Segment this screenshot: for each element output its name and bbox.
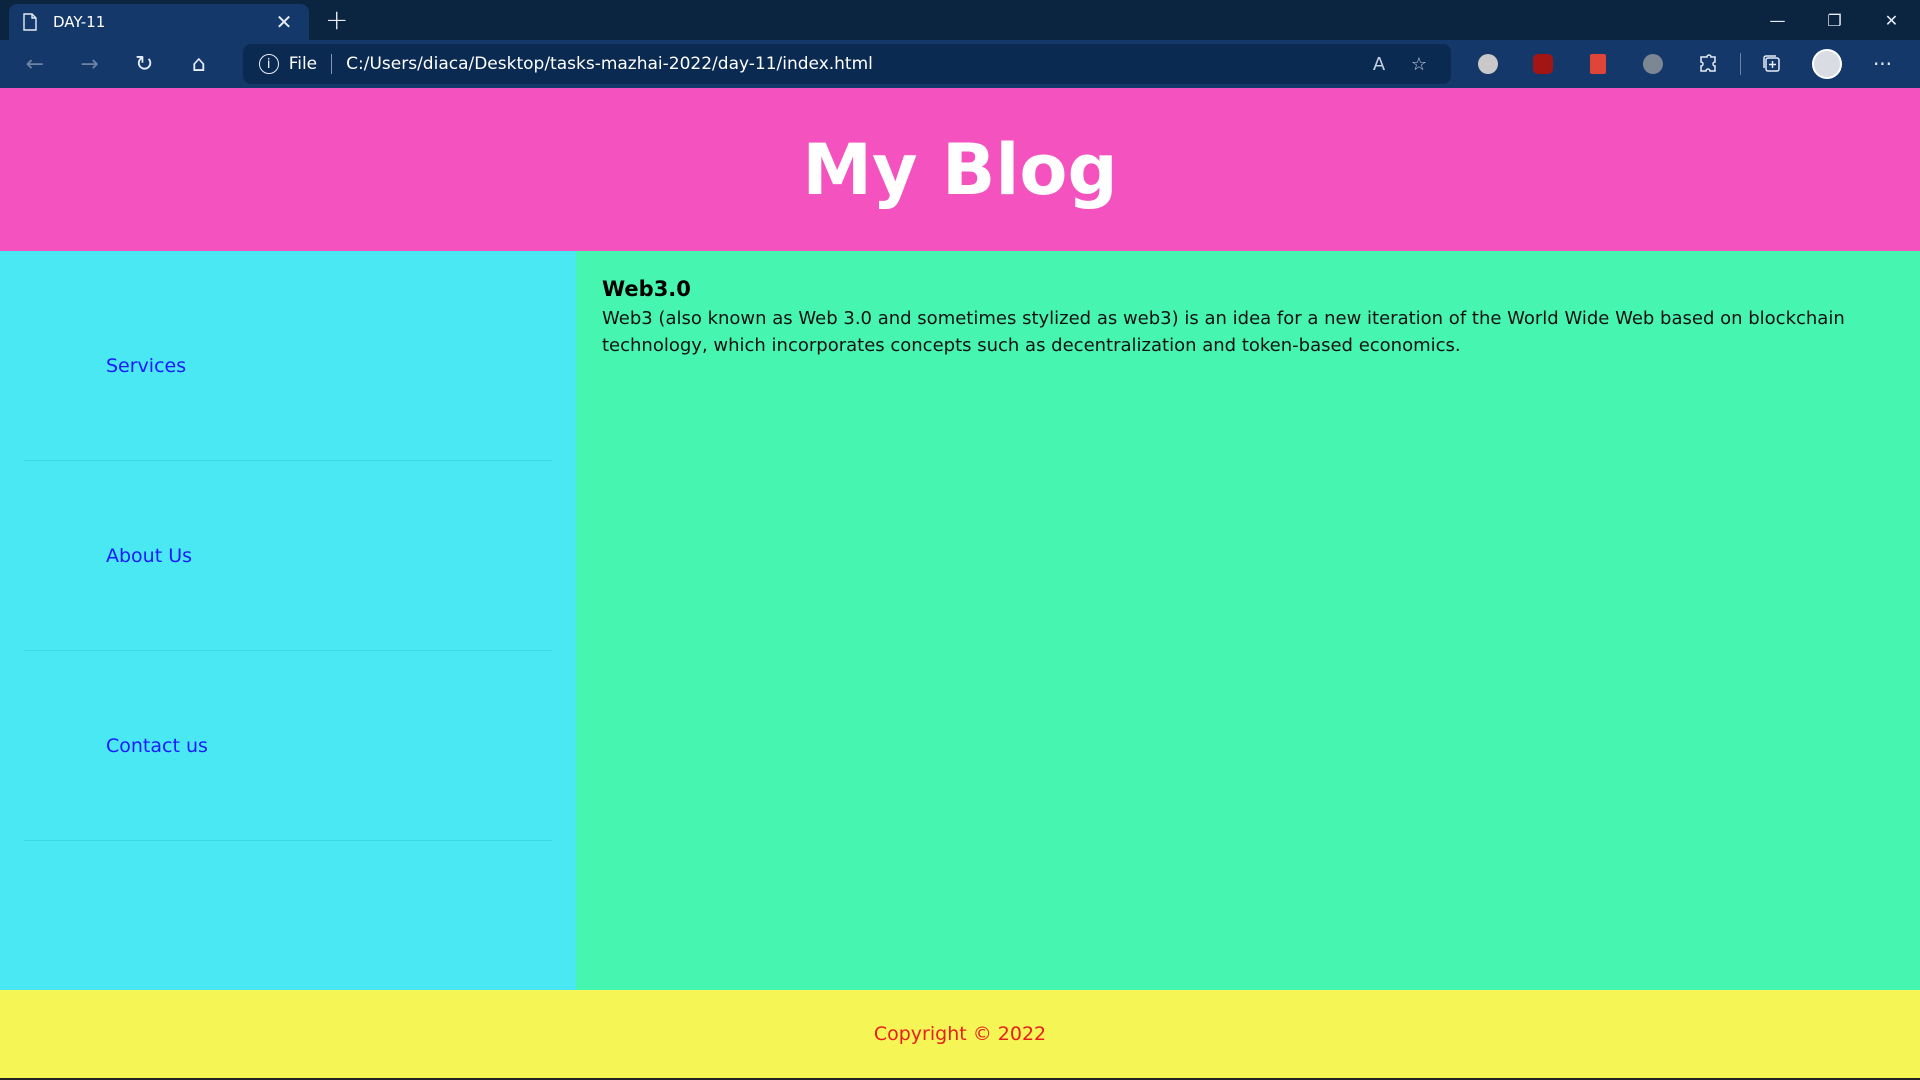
article-heading: Web3.0	[602, 277, 691, 301]
extensions-area: ···	[1461, 44, 1910, 84]
address-bar[interactable]: i File C:/Users/diaca/Desktop/tasks-mazh…	[242, 44, 1451, 84]
new-tab-button[interactable]: +	[325, 3, 348, 36]
sidebar-item-about-us: About Us	[24, 461, 552, 651]
url-input[interactable]: C:/Users/diaca/Desktop/tasks-mazhai-2022…	[346, 54, 1359, 74]
ublock-extension-icon[interactable]	[1516, 44, 1571, 84]
sidebar-item-services: Services	[24, 271, 552, 461]
profile-avatar[interactable]	[1800, 44, 1855, 84]
sidebar-item-contact-us: Contact us	[24, 651, 552, 841]
extensions-puzzle-icon[interactable]	[1681, 44, 1736, 84]
tab-close-icon[interactable]: ✕	[273, 10, 295, 34]
copyright-text: Copyright © 2022	[873, 1023, 1047, 1045]
about-us-link[interactable]: About Us	[106, 545, 192, 567]
collections-icon[interactable]	[1745, 44, 1800, 84]
forward-button[interactable]: →	[65, 44, 115, 84]
url-scheme-label: File	[288, 54, 318, 74]
site-footer: Copyright © 2022	[0, 990, 1920, 1080]
page-body: Services About Us Contact us Web3.0 Web3…	[0, 251, 1920, 990]
minimize-button[interactable]: —	[1749, 0, 1806, 40]
home-button[interactable]: ⌂	[174, 44, 224, 84]
toolbar-divider	[1739, 53, 1741, 75]
avatar	[1812, 49, 1843, 79]
owl-extension-icon[interactable]	[1461, 44, 1516, 84]
article-body: Web3 (also known as Web 3.0 and sometime…	[602, 308, 1845, 356]
favorite-star-icon[interactable]: ☆	[1399, 54, 1439, 75]
site-header: My Blog	[0, 88, 1920, 251]
book-extension-icon[interactable]	[1571, 44, 1626, 84]
address-separator	[331, 54, 333, 74]
main-content: Web3.0 Web3 (also known as Web 3.0 and s…	[576, 251, 1920, 990]
reload-button[interactable]: ↻	[119, 44, 169, 84]
web-page: My Blog Services About Us Contact us Web…	[0, 88, 1920, 1080]
browser-toolbar: ← → ↻ ⌂ i File C:/Users/diaca/Desktop/ta…	[0, 40, 1920, 88]
sidebar: Services About Us Contact us	[0, 251, 576, 990]
read-aloud-icon[interactable]: A	[1359, 54, 1399, 75]
tab-title: DAY-11	[53, 13, 106, 31]
more-menu-button[interactable]: ···	[1855, 44, 1910, 84]
site-title: My Blog	[802, 128, 1118, 211]
window-close-button[interactable]: ✕	[1863, 0, 1920, 40]
browser-titlebar: DAY-11 ✕ + — ❐ ✕	[0, 0, 1920, 40]
browser-tab[interactable]: DAY-11 ✕	[9, 4, 309, 40]
contact-us-link[interactable]: Contact us	[106, 735, 208, 757]
back-button[interactable]: ←	[10, 44, 60, 84]
restore-button[interactable]: ❐	[1806, 0, 1863, 40]
window-controls: — ❐ ✕	[1749, 0, 1920, 40]
info-icon[interactable]: i	[258, 54, 279, 74]
puzzle-x-extension-icon[interactable]	[1626, 44, 1681, 84]
page-icon	[23, 12, 39, 32]
services-link[interactable]: Services	[106, 355, 186, 377]
